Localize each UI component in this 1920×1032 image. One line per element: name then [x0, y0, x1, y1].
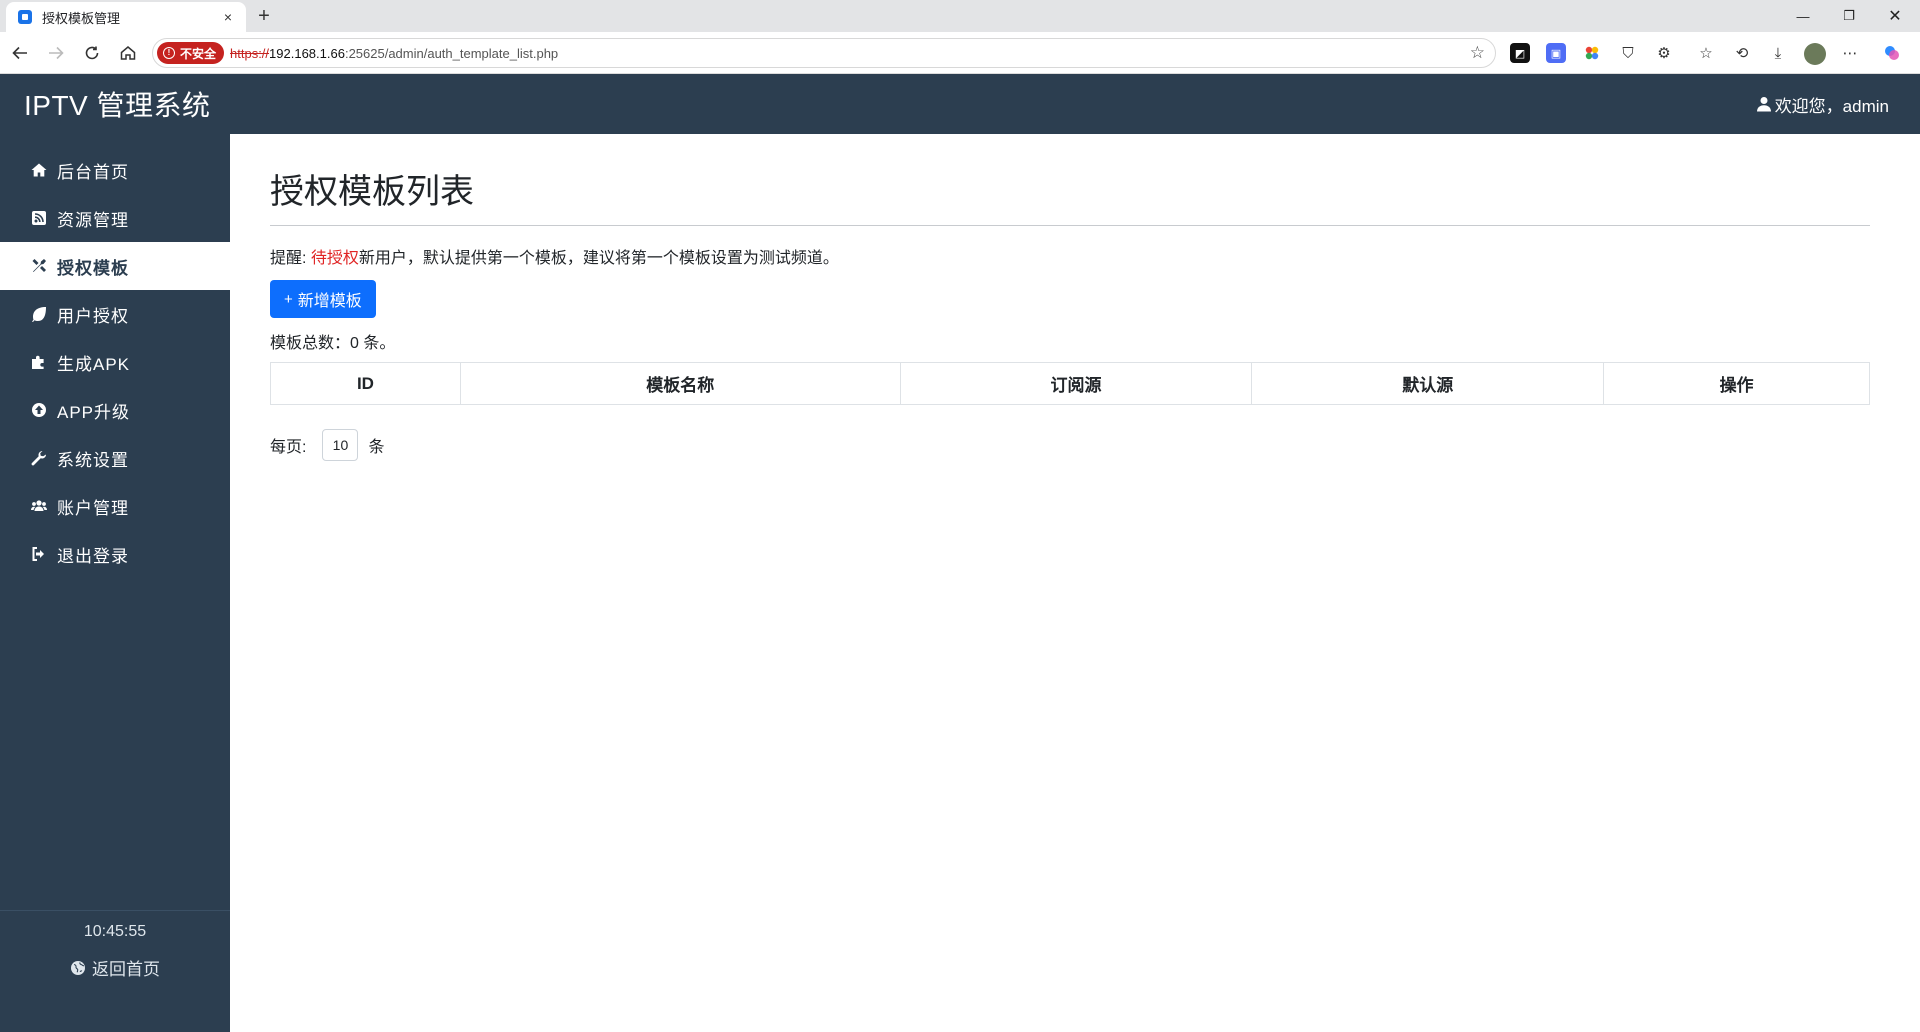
- sidebar-item-label: 资源管理: [57, 210, 129, 230]
- wrench-icon: [30, 449, 48, 467]
- url-text[interactable]: https://192.168.1.66:25625/admin/auth_te…: [230, 46, 558, 61]
- security-label: 不安全: [180, 46, 217, 61]
- sidebar-item-label: 账户管理: [57, 498, 129, 518]
- warning-icon: !: [163, 47, 175, 59]
- browser-tab-strip: 授权模板管理 × + — ❐ ✕: [0, 0, 1920, 32]
- per-page-label: 每页:: [270, 439, 307, 456]
- home-icon: [30, 161, 48, 179]
- tab-close-icon[interactable]: ×: [218, 9, 238, 25]
- history-icon[interactable]: ⟲: [1732, 43, 1752, 63]
- address-bar[interactable]: ! 不安全 https://192.168.1.66:25625/admin/a…: [152, 38, 1496, 68]
- window-restore-button[interactable]: ❐: [1826, 0, 1872, 32]
- back-icon[interactable]: [8, 41, 32, 65]
- main-content: 授权模板列表 提醒: 待授权新用户，默认提供第一个模板，建议将第一个模板设置为测…: [270, 134, 1870, 461]
- home-page-icon[interactable]: [116, 41, 140, 65]
- sidebar-item-app-upgrade[interactable]: APP升级: [0, 386, 230, 434]
- site-favicon-icon: [18, 10, 32, 24]
- browser-toolbar: ! 不安全 https://192.168.1.66:25625/admin/a…: [0, 32, 1920, 74]
- user-welcome[interactable]: 欢迎您，admin: [1756, 74, 1889, 134]
- template-table: ID 模板名称 订阅源 默认源 操作: [270, 362, 1870, 405]
- tip-suffix: 新用户，默认提供第一个模板，建议将第一个模板设置为测试频道。: [358, 250, 839, 267]
- tip-text: 提醒: 待授权新用户，默认提供第一个模板，建议将第一个模板设置为测试频道。: [270, 244, 1870, 268]
- copilot-icon[interactable]: [1882, 43, 1902, 63]
- column-header-id: ID: [270, 362, 461, 405]
- tab-title: 授权模板管理: [42, 10, 121, 26]
- extension-chart-icon[interactable]: ◩: [1510, 43, 1530, 63]
- sidebar-menu: 后台首页 资源管理 授权模板 用户授权 生成APK APP升级 系统设置 账户管…: [0, 146, 230, 578]
- extension-blue-icon[interactable]: ▣: [1546, 43, 1566, 63]
- favorites-icon[interactable]: ☆: [1696, 43, 1716, 63]
- user-icon: [1756, 97, 1771, 112]
- extension-colorful-icon[interactable]: [1582, 43, 1602, 63]
- per-page-unit: 条: [368, 439, 385, 456]
- add-template-label: 新增模板: [297, 293, 362, 310]
- globe-icon: [71, 960, 85, 975]
- column-header-name: 模板名称: [459, 362, 901, 405]
- sidebar-item-label: 后台首页: [57, 162, 129, 182]
- page-title: 授权模板列表: [270, 164, 1870, 226]
- per-page-select[interactable]: 10: [322, 429, 359, 461]
- puzzle-icon: [30, 353, 48, 371]
- sidebar-footer: 10:45:55 返回首页: [0, 910, 230, 1032]
- leaf-icon: [30, 305, 48, 323]
- tip-prefix: 提醒:: [270, 250, 311, 267]
- url-host: 192.168.1.66: [269, 45, 345, 61]
- download-icon[interactable]: ⤓: [1768, 43, 1788, 63]
- tools-icon: [30, 257, 48, 275]
- sidebar-item-dashboard[interactable]: 后台首页: [0, 146, 230, 194]
- column-header-subscription: 订阅源: [899, 362, 1253, 405]
- back-home-link[interactable]: 返回首页: [0, 955, 230, 980]
- welcome-text: 欢迎您，admin: [1774, 96, 1889, 116]
- app-brand[interactable]: IPTV 管理系统: [0, 74, 230, 134]
- users-icon: [30, 497, 48, 515]
- more-menu-icon[interactable]: ⋯: [1840, 43, 1860, 63]
- template-count: 模板总数：0 条。: [270, 335, 396, 352]
- sidebar-item-logout[interactable]: 退出登录: [0, 530, 230, 578]
- column-header-actions: 操作: [1603, 362, 1870, 405]
- add-template-button[interactable]: + 新增模板: [270, 280, 376, 318]
- sidebar-item-label: 用户授权: [57, 306, 129, 326]
- back-home-label: 返回首页: [92, 960, 160, 979]
- profile-avatar[interactable]: [1804, 43, 1826, 65]
- extensions-puzzle-icon[interactable]: ⚙: [1654, 43, 1674, 63]
- window-minimize-button[interactable]: —: [1780, 0, 1826, 32]
- sidebar-item-accounts[interactable]: 账户管理: [0, 482, 230, 530]
- table-header-row: ID 模板名称 订阅源 默认源 操作: [270, 362, 1870, 405]
- column-header-default-source: 默认源: [1251, 362, 1605, 405]
- logout-icon: [30, 545, 48, 563]
- sidebar-item-settings[interactable]: 系统设置: [0, 434, 230, 482]
- sidebar-clock: 10:45:55: [83, 923, 147, 940]
- new-tab-button[interactable]: +: [252, 5, 276, 29]
- browser-tab[interactable]: 授权模板管理 ×: [6, 2, 246, 32]
- sidebar-item-resources[interactable]: 资源管理: [0, 194, 230, 242]
- sidebar-item-auth-template[interactable]: 授权模板: [0, 242, 230, 290]
- sidebar-item-build-apk[interactable]: 生成APK: [0, 338, 230, 386]
- extension-shield-icon[interactable]: ⛉: [1618, 43, 1638, 63]
- upload-circle-icon: [30, 401, 48, 419]
- window-close-button[interactable]: ✕: [1872, 0, 1918, 32]
- tip-highlight: 待授权: [310, 250, 359, 267]
- url-path: :25625/admin/auth_template_list.php: [344, 45, 559, 61]
- sidebar-item-label: 授权模板: [57, 258, 129, 278]
- plus-icon: +: [284, 290, 293, 308]
- security-badge[interactable]: ! 不安全: [157, 42, 225, 64]
- forward-icon[interactable]: [44, 41, 68, 65]
- sidebar-item-label: 生成APK: [57, 354, 131, 374]
- sidebar-item-user-auth[interactable]: 用户授权: [0, 290, 230, 338]
- sidebar: IPTV 管理系统 后台首页 资源管理 授权模板 用户授权 生成APK APP升…: [0, 74, 230, 1032]
- url-scheme: https://: [230, 45, 270, 61]
- pagination: 每页: 10 条: [270, 429, 1870, 461]
- sidebar-item-label: 系统设置: [57, 450, 129, 470]
- rss-icon: [30, 209, 48, 227]
- sidebar-item-label: APP升级: [57, 402, 131, 422]
- reload-icon[interactable]: [80, 41, 104, 65]
- sidebar-item-label: 退出登录: [57, 546, 129, 566]
- top-navbar: 欢迎您，admin: [230, 74, 1920, 134]
- favorite-star-icon[interactable]: ☆: [1470, 43, 1485, 63]
